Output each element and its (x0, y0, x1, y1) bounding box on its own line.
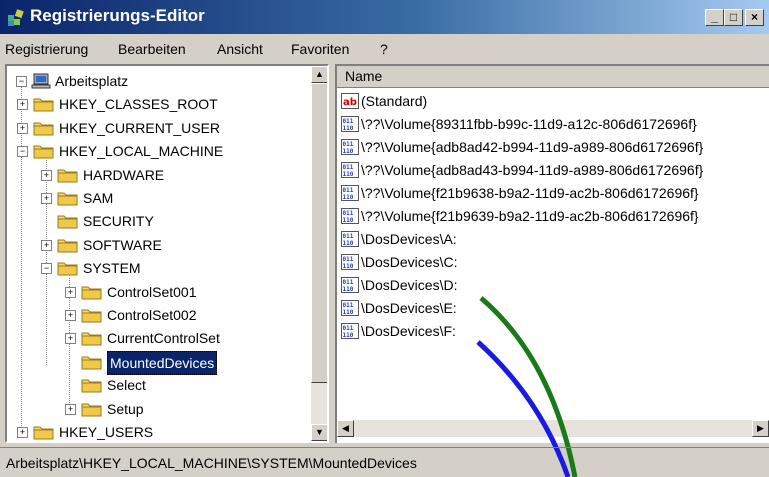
status-path: Arbeitsplatz\HKEY_LOCAL_MACHINE\SYSTEM\M… (6, 455, 417, 471)
annotation-overlay (476, 296, 578, 477)
status-bar: Arbeitsplatz\HKEY_LOCAL_MACHINE\SYSTEM\M… (0, 447, 769, 477)
regedit-window: Registrierungs-Editor _ □ × Registrierun… (0, 0, 769, 477)
